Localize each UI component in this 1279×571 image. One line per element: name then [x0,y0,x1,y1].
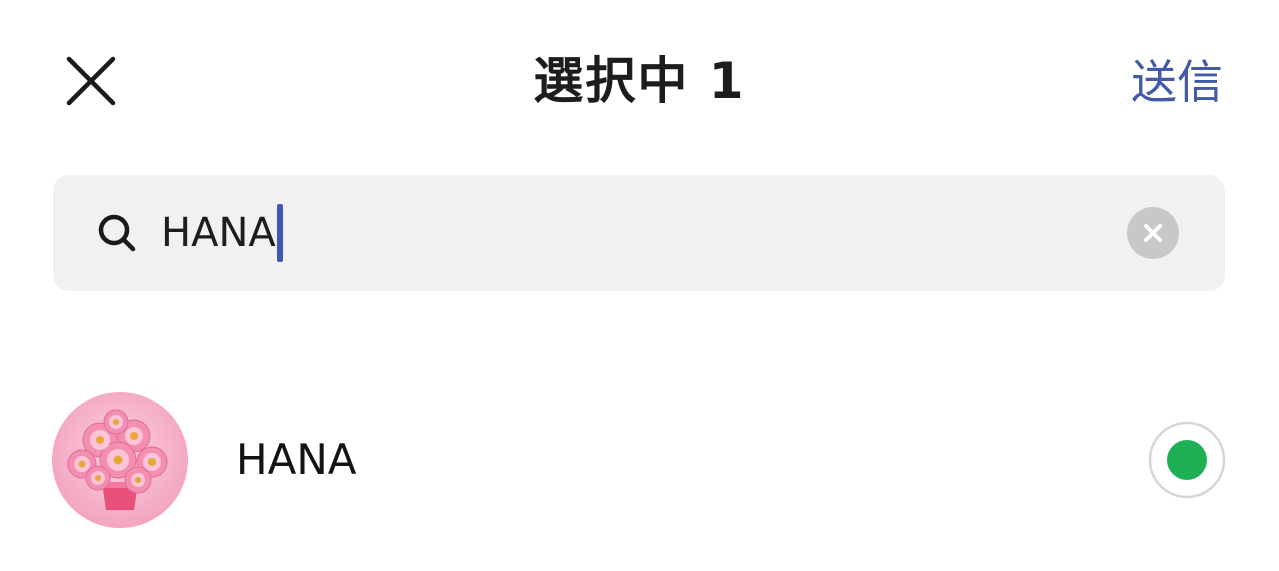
send-button[interactable]: 送信 [1131,52,1223,112]
page-title: 選択中 1 [533,52,746,110]
search-icon [95,211,139,255]
pink-flowers-avatar [52,392,188,528]
selected-radio-icon [1148,421,1226,499]
contact-list-item[interactable]: HANA [0,380,1279,540]
contact-name: HANA [236,435,357,484]
header-bar: 選択中 1 送信 [0,0,1279,160]
clear-icon [1144,224,1162,242]
search-bar[interactable]: HANA [53,175,1225,291]
text-caret [276,204,283,262]
selection-radio[interactable] [1148,421,1226,499]
avatar [52,392,188,528]
clear-search-button[interactable] [1127,207,1179,259]
search-input-value: HANA [161,210,276,256]
search-input[interactable]: HANA [161,201,283,265]
